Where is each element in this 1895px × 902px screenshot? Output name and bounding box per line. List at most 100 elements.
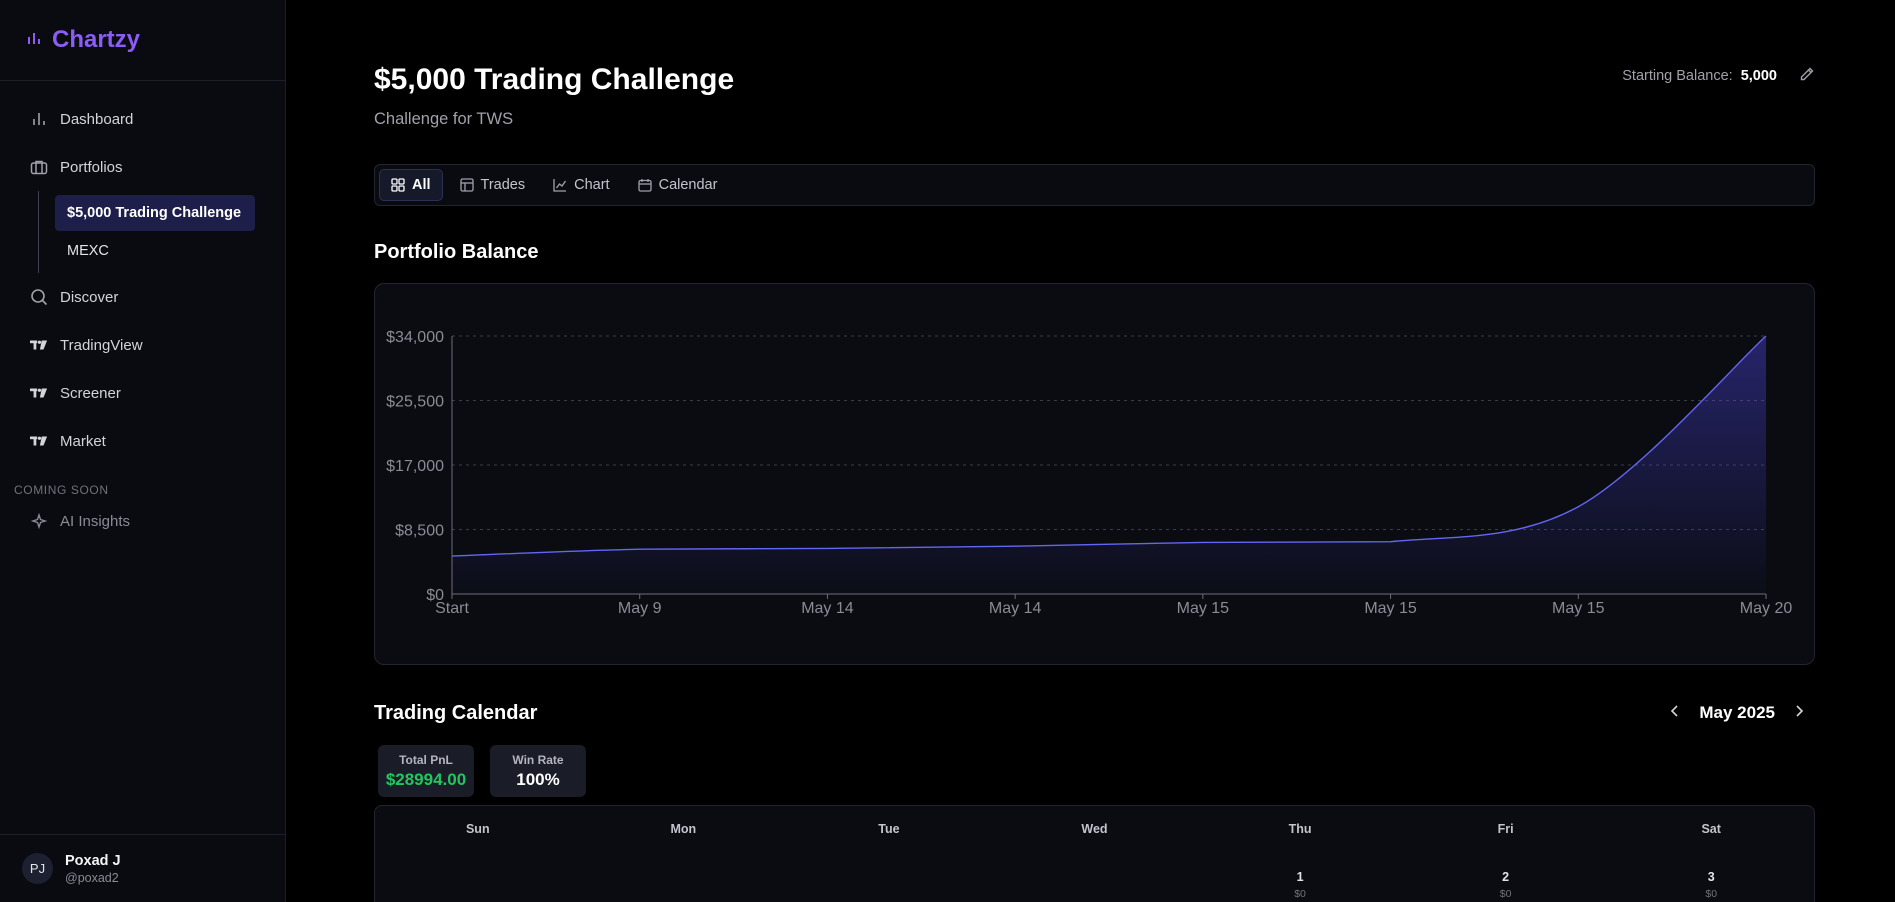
page-header: $5,000 Trading Challenge Challenge for T…: [374, 0, 1815, 164]
user-name: Poxad J: [65, 852, 121, 869]
calendar-day-cell: [992, 870, 1198, 902]
x-tick-label: May 15: [1177, 600, 1230, 617]
calendar-day-cell: [786, 870, 992, 902]
brand-name: Chartzy: [52, 26, 141, 53]
x-tick-label: May 9: [618, 600, 662, 617]
trading-calendar-grid: Sun Mon Tue Wed Thu Fri Sat 1 $0 2 $0 3 $0: [374, 805, 1815, 902]
edit-balance-button[interactable]: [1799, 66, 1815, 86]
tab-trades[interactable]: Trades: [449, 169, 537, 201]
sidebar-item-label: TradingView: [60, 336, 143, 354]
weekday-mon: Mon: [670, 822, 697, 836]
main-content: $5,000 Trading Challenge Challenge for T…: [286, 0, 1895, 902]
total-pnl-card: Total PnL $28994.00: [378, 745, 474, 797]
tradingview-icon: [30, 336, 48, 354]
day-number: 1: [1296, 870, 1304, 884]
day-number: 2: [1502, 870, 1510, 884]
weekday-tue: Tue: [878, 822, 900, 836]
user-profile[interactable]: PJ Poxad J @poxad2: [0, 834, 285, 902]
calendar-day-cell: [375, 870, 581, 902]
day-pnl: $0: [1705, 888, 1718, 900]
table-icon: [459, 178, 474, 192]
calendar-day-cell[interactable]: 3 $0: [1608, 870, 1814, 902]
prev-month-button[interactable]: [1669, 703, 1681, 723]
page-title: $5,000 Trading Challenge: [374, 63, 735, 96]
line-chart-icon: [553, 179, 567, 192]
calendar-header: Trading Calendar May 2025: [374, 699, 1815, 739]
view-tabs: All Trades Chart Calendar: [374, 164, 1815, 206]
weekday-sun: Sun: [465, 822, 490, 836]
portfolio-item-trading-challenge[interactable]: $5,000 Trading Challenge: [55, 195, 255, 231]
weekday-fri: Fri: [1497, 822, 1514, 836]
tradingview-icon: [30, 432, 48, 450]
page-subtitle: Challenge for TWS: [374, 110, 514, 128]
total-pnl-label: Total PnL: [399, 752, 453, 767]
x-tick-label: May 14: [801, 600, 854, 617]
weekday-thu: Thu: [1288, 822, 1312, 836]
grid-icon: [391, 178, 405, 192]
current-month: May 2025: [1699, 703, 1775, 722]
next-month-button[interactable]: [1793, 703, 1805, 723]
portfolio-item-mexc[interactable]: MEXC: [55, 233, 255, 269]
calendar-stats: Total PnL $28994.00 Win Rate 100%: [378, 745, 1815, 797]
sidebar-item-discover[interactable]: Discover: [0, 273, 285, 321]
calendar-day-cell[interactable]: 1 $0: [1197, 870, 1403, 902]
y-tick-label: $17,000: [386, 458, 444, 475]
starting-balance-label: Starting Balance:: [1622, 68, 1733, 84]
weekday-wed: Wed: [1081, 822, 1108, 836]
tab-label: Chart: [574, 177, 610, 193]
chevron-left-icon: [1671, 705, 1678, 717]
briefcase-icon: [30, 158, 48, 176]
sidebar-item-label: Portfolios: [60, 158, 123, 176]
bar-chart-icon: [30, 110, 48, 128]
win-rate-value: 100%: [516, 769, 560, 789]
sidebar-item-label: Discover: [60, 288, 119, 306]
sidebar-nav: Dashboard Portfolios $5,000 Trading Chal…: [0, 81, 285, 539]
sidebar-item-tradingview[interactable]: TradingView: [0, 321, 285, 369]
portfolio-subnav: $5,000 Trading Challenge MEXC: [38, 191, 285, 273]
calendar-day-cell: [581, 870, 787, 902]
tab-label: Trades: [480, 177, 526, 193]
x-tick-label: Start: [435, 600, 469, 617]
avatar: PJ: [22, 853, 53, 884]
search-icon: [30, 288, 48, 306]
starting-balance: Starting Balance: 5,000: [1622, 66, 1815, 86]
sidebar-item-label: Screener: [60, 384, 121, 402]
tab-all[interactable]: All: [379, 169, 443, 201]
calendar-icon: [637, 179, 652, 192]
sidebar: Chartzy Dashboard Portfolios $5,000 Trad…: [0, 0, 286, 902]
portfolio-balance-chart: $0 $8,500 $17,000 $25,500 $34,000 Start May 9M…: [374, 283, 1815, 665]
day-pnl: $0: [1499, 888, 1512, 900]
tab-calendar[interactable]: Calendar: [627, 169, 729, 201]
starting-balance-value: 5,000: [1740, 68, 1777, 84]
x-tick-label: May 20: [1740, 600, 1793, 617]
tab-label: Calendar: [658, 177, 718, 193]
sidebar-item-screener[interactable]: Screener: [0, 369, 285, 417]
x-tick-label: May 15: [1552, 600, 1605, 617]
y-tick-label: $8,500: [395, 523, 444, 540]
sidebar-item-portfolios[interactable]: Portfolios: [0, 143, 285, 191]
sidebar-item-dashboard[interactable]: Dashboard: [0, 95, 285, 143]
brand[interactable]: Chartzy: [0, 0, 285, 81]
pencil-icon: [1800, 67, 1814, 81]
x-tick-label: May 14: [989, 600, 1042, 617]
sidebar-item-market[interactable]: Market: [0, 417, 285, 465]
tab-label: All: [412, 177, 431, 193]
trading-calendar-title: Trading Calendar: [374, 702, 538, 724]
tradingview-icon: [30, 384, 48, 402]
sidebar-item-label: AI Insights: [60, 512, 131, 530]
bar-chart-icon: [26, 30, 42, 51]
win-rate-label: Win Rate: [512, 752, 564, 767]
sparkle-icon: [30, 512, 48, 530]
sidebar-item-ai-insights[interactable]: AI Insights: [0, 503, 285, 539]
x-tick-label: May 15: [1364, 600, 1417, 617]
y-tick-label: $25,500: [386, 394, 444, 411]
tab-chart[interactable]: Chart: [542, 169, 620, 201]
weekday-sat: Sat: [1701, 822, 1721, 836]
calendar-day-cell[interactable]: 2 $0: [1403, 870, 1609, 902]
day-number: 3: [1707, 870, 1715, 884]
y-tick-label: $34,000: [386, 329, 444, 346]
win-rate-card: Win Rate 100%: [490, 745, 586, 797]
balance-chart-svg: $0$8,500$17,000$25,500$34,000Start May 9M…: [386, 329, 1793, 617]
coming-soon-heading: COMING SOON: [14, 483, 109, 497]
user-handle: @poxad2: [65, 870, 119, 885]
